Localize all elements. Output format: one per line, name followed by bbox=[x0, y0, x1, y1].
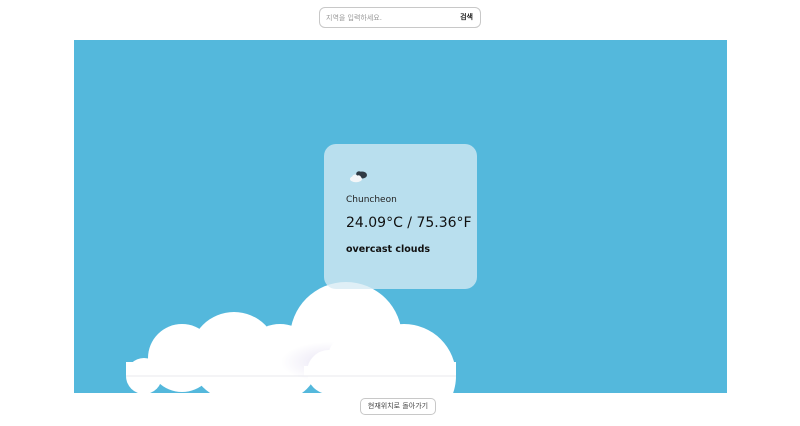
search-bar: 검색 bbox=[319, 7, 481, 28]
overcast-clouds-icon bbox=[350, 171, 367, 183]
search-button[interactable]: 검색 bbox=[460, 11, 473, 24]
search-input[interactable] bbox=[326, 10, 446, 25]
temperature: 24.09°C / 75.36°F bbox=[346, 215, 472, 231]
weather-description: overcast clouds bbox=[346, 244, 431, 255]
weather-card: Chuncheon 24.09°C / 75.36°F overcast clo… bbox=[324, 144, 477, 289]
return-to-current-location-button[interactable]: 현재위치로 돌아가기 bbox=[360, 398, 436, 415]
city-name: Chuncheon bbox=[346, 195, 397, 205]
